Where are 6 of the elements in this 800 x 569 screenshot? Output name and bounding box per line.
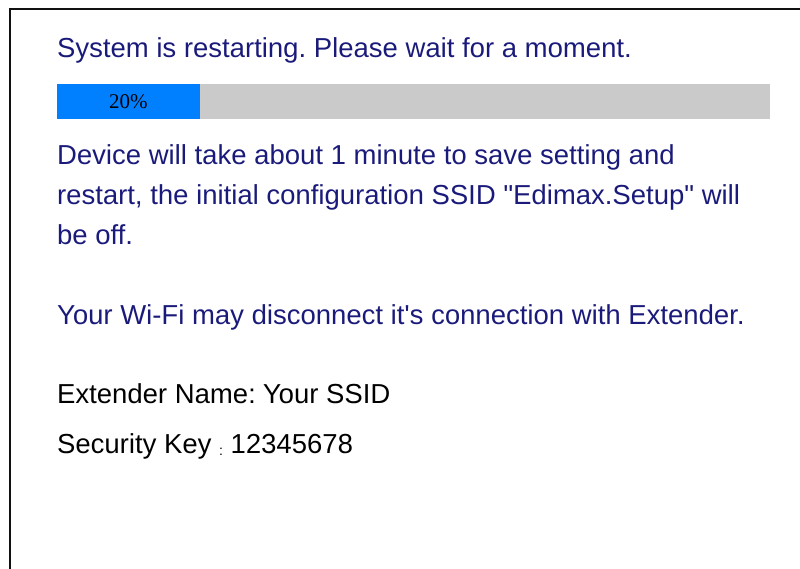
progress-label: 20% (109, 89, 148, 114)
message-text: Your Wi-Fi may disconnect it's connection with Extender. (57, 298, 746, 332)
status-heading: System is restarting. Please wait for a moment. (57, 31, 632, 65)
detail-text: Extender Name: Your SSID (57, 379, 390, 409)
detail-text: Security Key $_{:}$ 12345678 (57, 429, 353, 461)
message-text: Device will take about 1 minute to save setting and restart, the initial configuration SSID "Edimax.Setup" will be off. (57, 138, 741, 252)
